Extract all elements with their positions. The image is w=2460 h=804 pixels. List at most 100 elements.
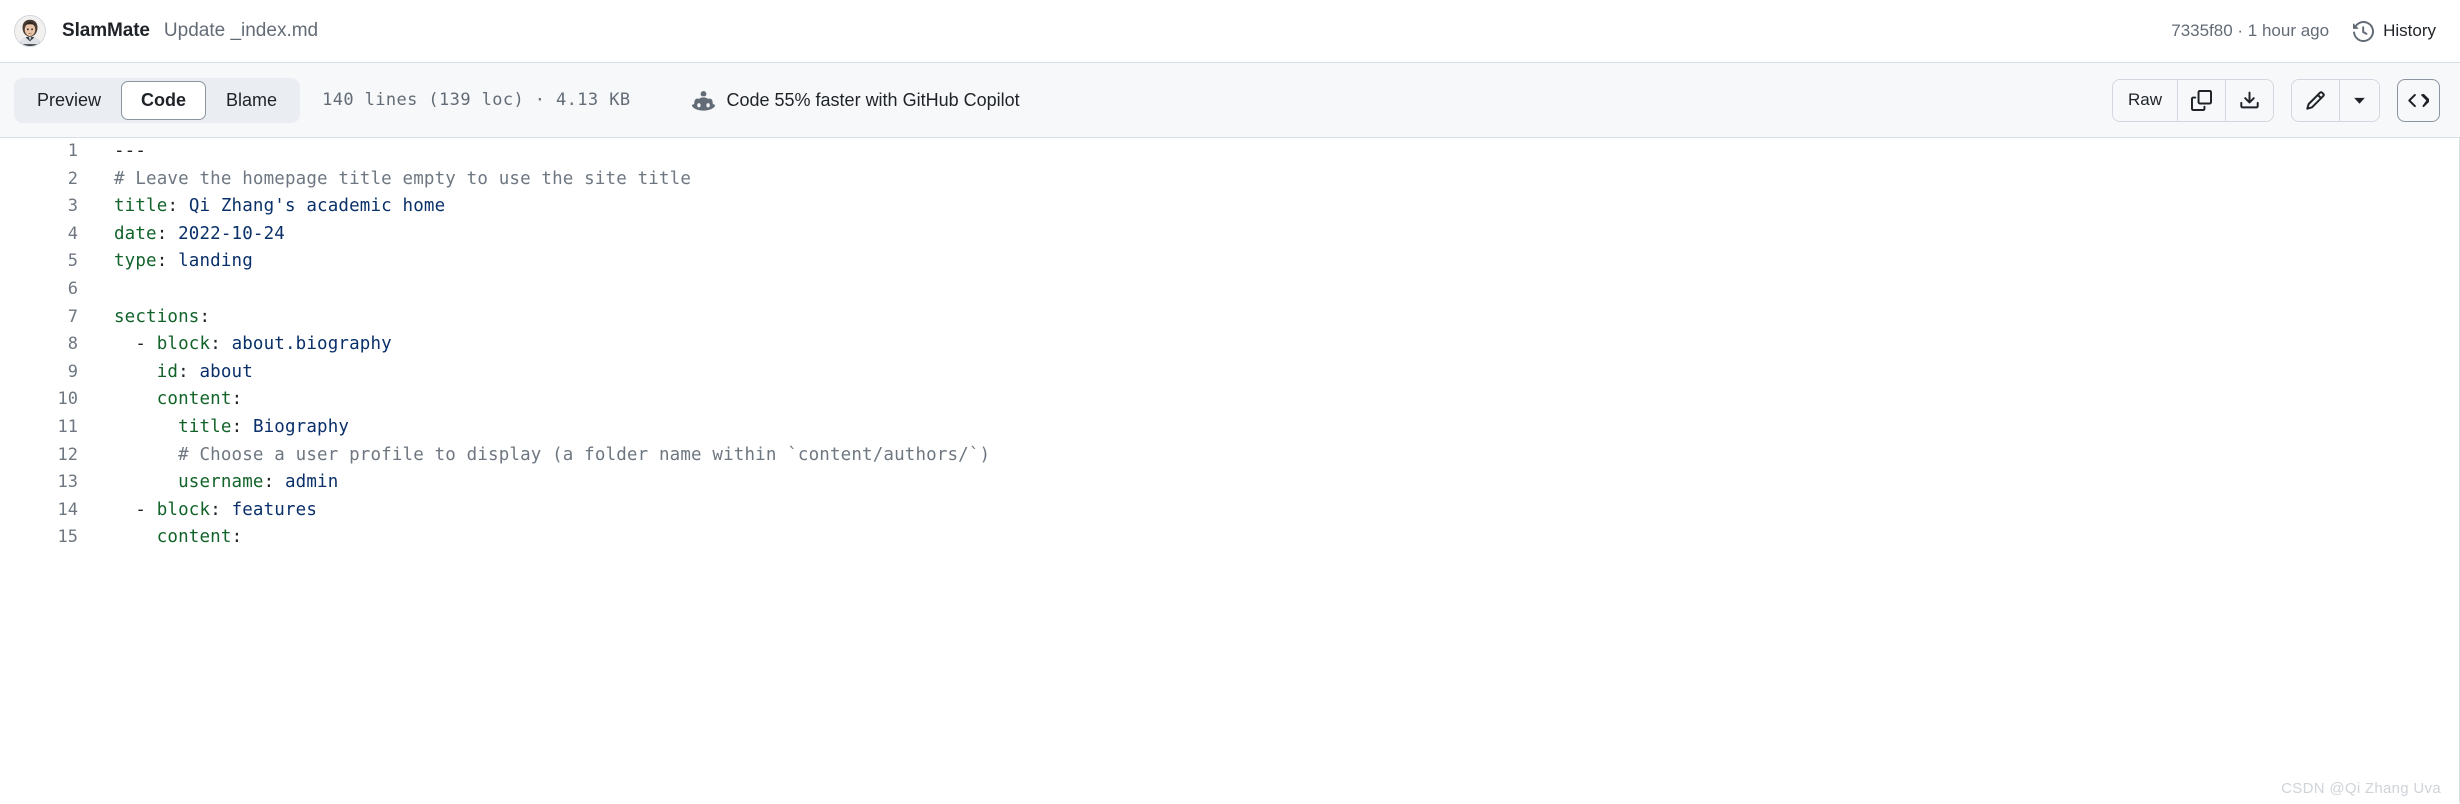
line-content[interactable]: - block: features <box>96 497 2459 525</box>
code-line: 11 title: Biography <box>0 414 2459 442</box>
code-table: 1 --- 2 # Leave the homepage title empty to… <box>0 138 2459 552</box>
history-button[interactable]: History <box>2353 20 2436 42</box>
copy-icon <box>2191 89 2212 111</box>
line-content[interactable]: id: about <box>96 359 2459 387</box>
commit-header: SlamMate Update _index.md 7335f80 · 1 ho… <box>0 0 2460 63</box>
code-token: title <box>114 196 168 217</box>
code-token: block <box>156 499 211 520</box>
code-token: admin <box>285 472 339 493</box>
line-content[interactable]: date: 2022-10-24 <box>96 221 2459 249</box>
code-token: # Leave the homepage title empty to use … <box>114 168 692 189</box>
line-content[interactable] <box>96 276 2459 304</box>
code-line: 1 --- <box>0 138 2459 166</box>
line-content[interactable]: sections: <box>96 304 2459 332</box>
line-number[interactable]: 5 <box>0 248 96 276</box>
commit-header-right: 7335f80 · 1 hour ago History <box>2171 20 2436 42</box>
download-icon <box>2239 90 2260 111</box>
line-content[interactable]: title: Qi Zhang's academic home <box>96 193 2459 221</box>
edit-file-dropdown-button[interactable] <box>2339 79 2379 121</box>
code-token: - <box>114 499 157 520</box>
line-content[interactable]: - block: about.biography <box>96 331 2459 359</box>
line-number[interactable]: 4 <box>0 221 96 249</box>
view-mode-segmented-control: Preview Code Blame <box>14 77 301 123</box>
symbols-panel-button[interactable] <box>2397 78 2440 122</box>
line-number[interactable]: 1 <box>0 138 96 166</box>
code-token: # Choose a user profile to display (a fo… <box>114 444 991 465</box>
code-token: - <box>114 334 157 355</box>
code-token: : <box>231 527 243 548</box>
code-token: content <box>156 389 232 410</box>
edit-file-button[interactable] <box>2292 79 2339 121</box>
watermark: CSDN @Qi Zhang Uva <box>2281 780 2441 797</box>
commit-sha-and-time[interactable]: 7335f80 · 1 hour ago <box>2171 21 2329 41</box>
line-content[interactable]: type: landing <box>96 248 2459 276</box>
code-token: : <box>263 472 285 493</box>
avatar[interactable] <box>14 15 46 47</box>
line-number[interactable]: 7 <box>0 304 96 332</box>
copy-raw-contents-button[interactable] <box>2177 79 2225 121</box>
code-token: : <box>178 361 200 382</box>
code-token: --- <box>114 141 147 161</box>
line-content[interactable]: # Choose a user profile to display (a fo… <box>96 442 2459 470</box>
line-number[interactable]: 12 <box>0 442 96 470</box>
line-number[interactable]: 9 <box>0 359 96 387</box>
code-lines: 1 --- 2 # Leave the homepage title empty to… <box>0 138 2459 552</box>
line-number[interactable]: 10 <box>0 386 96 414</box>
code-token: username <box>178 472 264 493</box>
code-token: : <box>167 196 189 217</box>
code-line: 7 sections: <box>0 304 2459 332</box>
line-content[interactable]: content: <box>96 524 2459 552</box>
code-viewer[interactable]: 1 --- 2 # Leave the homepage title empty to… <box>0 138 2460 803</box>
code-token: : <box>231 416 253 437</box>
line-number[interactable]: 11 <box>0 414 96 442</box>
line-content[interactable]: username: admin <box>96 469 2459 497</box>
copilot-promo[interactable]: Code 55% faster with GitHub Copilot <box>692 89 1020 112</box>
history-icon <box>2353 20 2375 42</box>
tab-code[interactable]: Code <box>121 80 207 120</box>
commit-author[interactable]: SlamMate <box>62 20 150 42</box>
code-token: : <box>199 306 211 327</box>
code-token: Biography <box>252 416 350 437</box>
raw-button[interactable]: Raw <box>2112 79 2177 121</box>
commit-message[interactable]: Update _index.md <box>164 20 318 42</box>
pencil-icon <box>2305 90 2326 111</box>
code-token: landing <box>178 251 253 272</box>
code-token: : <box>156 223 179 244</box>
code-token: block <box>156 334 211 355</box>
copilot-label: Code 55% faster with GitHub Copilot <box>726 89 1020 110</box>
code-token: about.biography <box>231 334 392 355</box>
code-token: sections <box>114 306 200 327</box>
download-raw-file-button[interactable] <box>2225 79 2273 121</box>
code-token: about <box>199 361 253 382</box>
code-token: : <box>210 334 232 355</box>
line-number[interactable]: 14 <box>0 497 96 525</box>
line-number[interactable]: 8 <box>0 331 96 359</box>
line-number[interactable]: 3 <box>0 193 96 221</box>
tab-blame[interactable]: Blame <box>206 81 297 120</box>
code-line: 4 date: 2022-10-24 <box>0 221 2459 249</box>
history-label: History <box>2383 21 2436 40</box>
line-content[interactable]: title: Biography <box>96 414 2459 442</box>
code-line: 6 <box>0 276 2459 304</box>
code-brackets-icon <box>2408 90 2429 111</box>
code-line: 12 # Choose a user profile to display (a… <box>0 442 2459 470</box>
code-token: content <box>156 527 232 548</box>
code-token: : <box>156 251 179 272</box>
tab-preview[interactable]: Preview <box>17 81 121 120</box>
line-number[interactable]: 15 <box>0 524 96 552</box>
line-content[interactable]: --- <box>96 138 2459 166</box>
code-line: 3 title: Qi Zhang's academic home <box>0 193 2459 221</box>
code-token: features <box>231 499 318 520</box>
line-number[interactable]: 6 <box>0 276 96 304</box>
code-line: 14 - block: features <box>0 497 2459 525</box>
file-view-page: SlamMate Update _index.md 7335f80 · 1 ho… <box>0 0 2460 804</box>
line-number[interactable]: 13 <box>0 469 96 497</box>
chevron-down-icon <box>2351 92 2368 109</box>
line-content[interactable]: content: <box>96 386 2459 414</box>
line-content[interactable]: # Leave the homepage title empty to use … <box>96 166 2459 194</box>
raw-copy-download-group: Raw <box>2111 78 2274 122</box>
line-number[interactable]: 2 <box>0 166 96 194</box>
